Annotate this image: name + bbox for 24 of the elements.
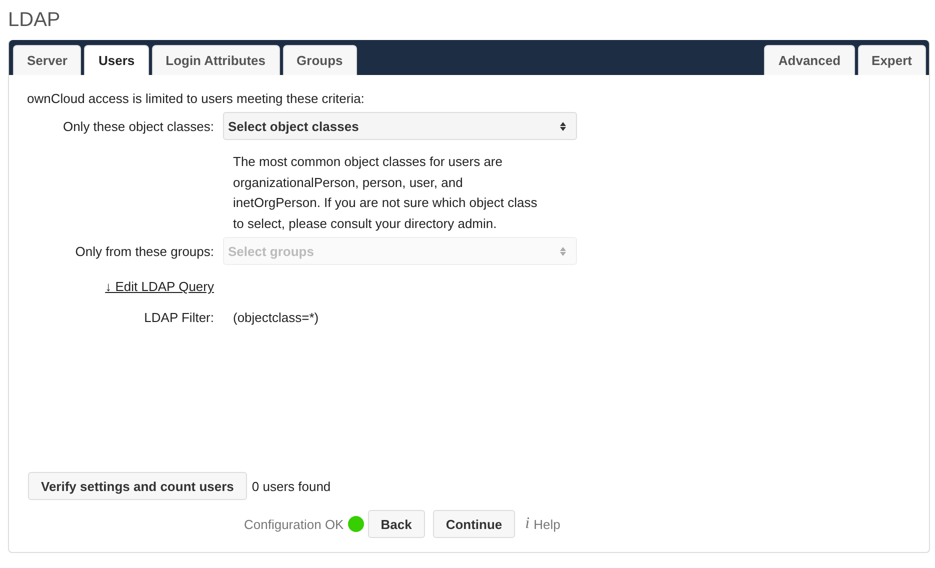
field-label: Only from these groups: [74,244,214,258]
tab[interactable]: Advanced [764,45,855,75]
help-link[interactable]: Help [534,516,560,532]
filter-value: (objectclass=*) [233,310,319,325]
tab[interactable]: Server [13,45,82,75]
continue-button[interactable]: Continue [432,510,516,538]
sort-arrows-icon [560,246,566,256]
edit-query-link[interactable]: ↓ Edit LDAP Query [105,279,214,294]
status-text: Configuration OK [244,516,344,532]
back-button[interactable]: Back [368,510,425,538]
sort-arrows-icon [560,122,566,130]
page-title: LDAP [8,8,62,32]
tab[interactable]: Expert [858,45,926,75]
field-label: Only these object classes: [62,118,214,134]
intro-text: ownCloud access is limited to users meeting these criteria: [27,91,366,106]
field-label: LDAP Filter: [143,310,214,325]
tab[interactable]: Login Attributes [152,45,280,75]
select-field[interactable]: Select object classes [223,112,577,140]
info-icon: i [525,515,530,533]
tab[interactable]: Groups [282,45,357,75]
hint-text: The most common object classes for users are organizationalPerson, person, user, and inetOrgPerson. If you are not sure which object class to select, please consult your directory admin. [233,153,538,233]
users-found-text: 0 users found [252,478,331,494]
tab[interactable]: Users [84,45,149,75]
verify-button[interactable]: Verify settings and count users [28,472,247,500]
